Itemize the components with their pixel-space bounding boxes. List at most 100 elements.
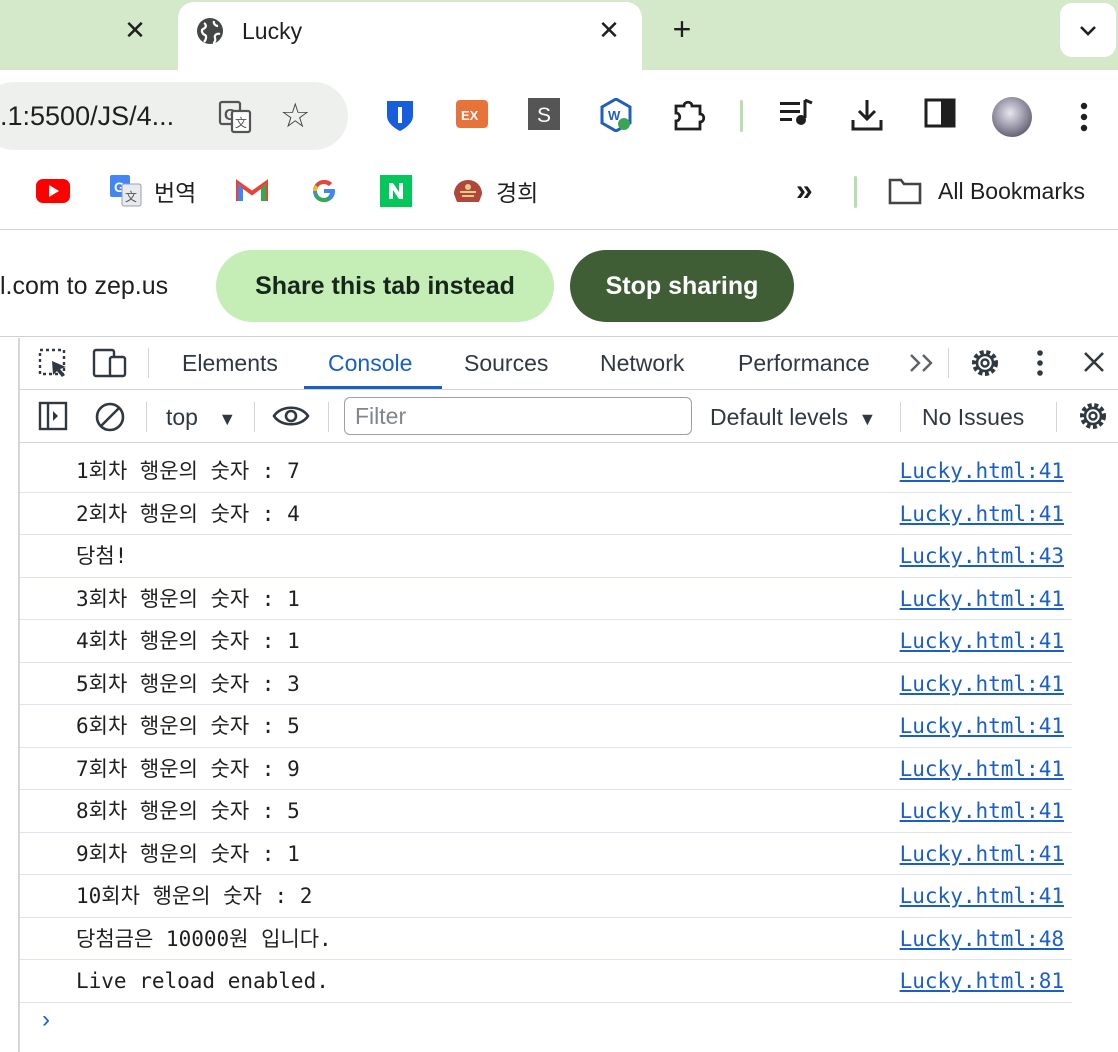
toolbar-divider <box>740 100 743 132</box>
inspect-element-icon[interactable] <box>38 348 70 378</box>
log-levels-dropdown[interactable]: Default levels ▼ <box>710 403 876 433</box>
bookmark-star-icon[interactable]: ☆ <box>280 99 310 133</box>
source-link[interactable]: Lucky.html:48 <box>900 926 1064 952</box>
bookmark-translate[interactable]: G 文 번역 <box>110 174 196 208</box>
console-row: 7회차 행운의 숫자 : 9 Lucky.html:41 <box>20 748 1072 790</box>
context-label: top <box>166 404 198 430</box>
filter-input[interactable] <box>344 397 692 435</box>
khu-icon <box>454 180 482 202</box>
tab-network[interactable]: Network <box>600 348 684 378</box>
tab-performance[interactable]: Performance <box>738 348 870 378</box>
google-translate-icon: G 文 <box>110 175 142 207</box>
source-link[interactable]: Lucky.html:41 <box>900 756 1064 782</box>
console-message: 7회차 행운의 숫자 : 9 <box>76 756 300 781</box>
toolbar: .1:5500/JS/4... G 文 ☆ EX S W <box>0 70 1118 160</box>
console-row: 4회차 행운의 숫자 : 1 Lucky.html:41 <box>20 620 1072 663</box>
s-extension-icon[interactable]: S <box>528 98 560 130</box>
more-tabs-icon[interactable] <box>908 352 936 374</box>
source-link[interactable]: Lucky.html:41 <box>900 671 1064 697</box>
bookmarks-overflow-button[interactable]: » <box>796 174 813 208</box>
folder-icon <box>888 178 922 205</box>
source-link[interactable]: Lucky.html:41 <box>900 713 1064 739</box>
console-message: 8회차 행운의 숫자 : 5 <box>76 799 300 823</box>
tab-title: Lucky <box>242 18 303 44</box>
source-link[interactable]: Lucky.html:41 <box>900 458 1064 484</box>
more-menu-icon[interactable] <box>1072 100 1096 134</box>
close-tab-icon[interactable]: ✕ <box>596 15 622 45</box>
devtools-menu-icon[interactable] <box>1030 348 1050 378</box>
stop-sharing-button[interactable]: Stop sharing <box>570 250 794 322</box>
all-bookmarks-button[interactable]: All Bookmarks <box>888 174 1085 208</box>
tab-previous[interactable]: ✕ <box>0 0 178 70</box>
bookmark-youtube[interactable] <box>36 174 70 208</box>
device-toolbar-icon[interactable] <box>92 348 128 378</box>
extensions-puzzle-icon[interactable] <box>672 98 708 132</box>
divider <box>148 348 149 378</box>
tab-active[interactable]: Lucky ✕ <box>178 2 642 70</box>
issues-counter[interactable]: No Issues <box>922 403 1024 431</box>
console-messages: 1회차 행운의 숫자 : 7 Lucky.html:41 2회차 행운의 숫자 : … <box>20 450 1072 1003</box>
console-row: 5회차 행운의 숫자 : 3 Lucky.html:41 <box>20 663 1072 705</box>
bookmark-label: 경희 <box>496 180 539 206</box>
console-prompt[interactable]: › <box>42 1006 50 1034</box>
source-link[interactable]: Lucky.html:41 <box>900 628 1064 654</box>
whatruns-extension-icon[interactable]: W <box>600 98 632 132</box>
close-tab-icon[interactable]: ✕ <box>122 15 148 45</box>
close-devtools-icon[interactable] <box>1082 350 1106 374</box>
console-row: 당첨금은 10000원 입니다. Lucky.html:48 <box>20 918 1072 960</box>
divider <box>900 402 901 432</box>
console-toolbar: top ▼ Default levels ▼ No Issues <box>20 391 1118 443</box>
console-row: 9회차 행운의 숫자 : 1 Lucky.html:41 <box>20 833 1072 875</box>
sidebar-toggle-icon[interactable] <box>38 401 68 431</box>
naver-icon <box>380 175 412 207</box>
url-text[interactable]: .1:5500/JS/4... <box>0 100 174 132</box>
console-row: 10회차 행운의 숫자 : 2 Lucky.html:41 <box>20 875 1072 918</box>
console-message: 4회차 행운의 숫자 : 1 <box>76 629 300 653</box>
tab-sources[interactable]: Sources <box>464 348 548 378</box>
tab-console[interactable]: Console <box>328 348 412 378</box>
source-link[interactable]: Lucky.html:41 <box>900 798 1064 824</box>
bookmark-label: 번역 <box>154 180 197 206</box>
bookmark-google[interactable] <box>310 174 338 208</box>
devtools-tabbar: Elements Console Sources Network Perform… <box>20 338 1118 390</box>
download-icon[interactable] <box>850 98 884 132</box>
bookmark-gmail[interactable] <box>236 174 268 208</box>
divider <box>948 348 949 378</box>
source-link[interactable]: Lucky.html:41 <box>900 586 1064 612</box>
settings-gear-icon[interactable] <box>968 346 1002 380</box>
live-expression-eye-icon[interactable] <box>272 403 310 429</box>
divider <box>1056 402 1057 432</box>
source-link[interactable]: Lucky.html:43 <box>900 543 1064 569</box>
tab-search-button[interactable] <box>1060 3 1116 57</box>
source-link[interactable]: Lucky.html:41 <box>900 841 1064 867</box>
console-settings-gear-icon[interactable] <box>1076 399 1110 433</box>
context-selector[interactable]: top ▼ <box>166 403 236 433</box>
clear-console-icon[interactable] <box>94 401 126 433</box>
bitwarden-icon[interactable] <box>384 98 416 134</box>
new-tab-button[interactable]: + <box>666 12 698 46</box>
source-link[interactable]: Lucky.html:81 <box>900 968 1064 994</box>
profile-avatar[interactable] <box>992 97 1032 137</box>
source-link[interactable]: Lucky.html:41 <box>900 501 1064 527</box>
translate-icon[interactable]: G 文 <box>218 100 252 134</box>
devtools-panel: Elements Console Sources Network Perform… <box>18 338 1118 1052</box>
share-this-tab-button[interactable]: Share this tab instead <box>216 250 554 322</box>
source-link[interactable]: Lucky.html:41 <box>900 883 1064 909</box>
tab-elements[interactable]: Elements <box>182 348 278 378</box>
console-row: 8회차 행운의 숫자 : 5 Lucky.html:41 <box>20 790 1072 833</box>
console-message: 9회차 행운의 숫자 : 1 <box>76 841 300 866</box>
all-bookmarks-label: All Bookmarks <box>938 177 1085 204</box>
active-tab-indicator <box>304 386 442 389</box>
console-message: 10회차 행운의 숫자 : 2 <box>76 884 313 908</box>
bookmark-naver[interactable] <box>380 174 412 208</box>
console-row: 당첨! Lucky.html:43 <box>20 535 1072 578</box>
divider <box>146 402 147 432</box>
console-row: 1회차 행운의 숫자 : 7 Lucky.html:41 <box>20 450 1072 493</box>
console-row: Live reload enabled. Lucky.html:81 <box>20 960 1072 1003</box>
side-panel-icon[interactable] <box>924 98 956 128</box>
bookmarks-bar: G 文 번역 경희 » All Bookmarks <box>0 160 1118 228</box>
address-bar[interactable]: .1:5500/JS/4... G 文 ☆ <box>0 82 348 150</box>
media-controls-icon[interactable] <box>780 98 814 128</box>
ex-extension-icon[interactable]: EX <box>456 98 488 130</box>
bookmark-khu[interactable]: 경희 <box>452 174 538 208</box>
